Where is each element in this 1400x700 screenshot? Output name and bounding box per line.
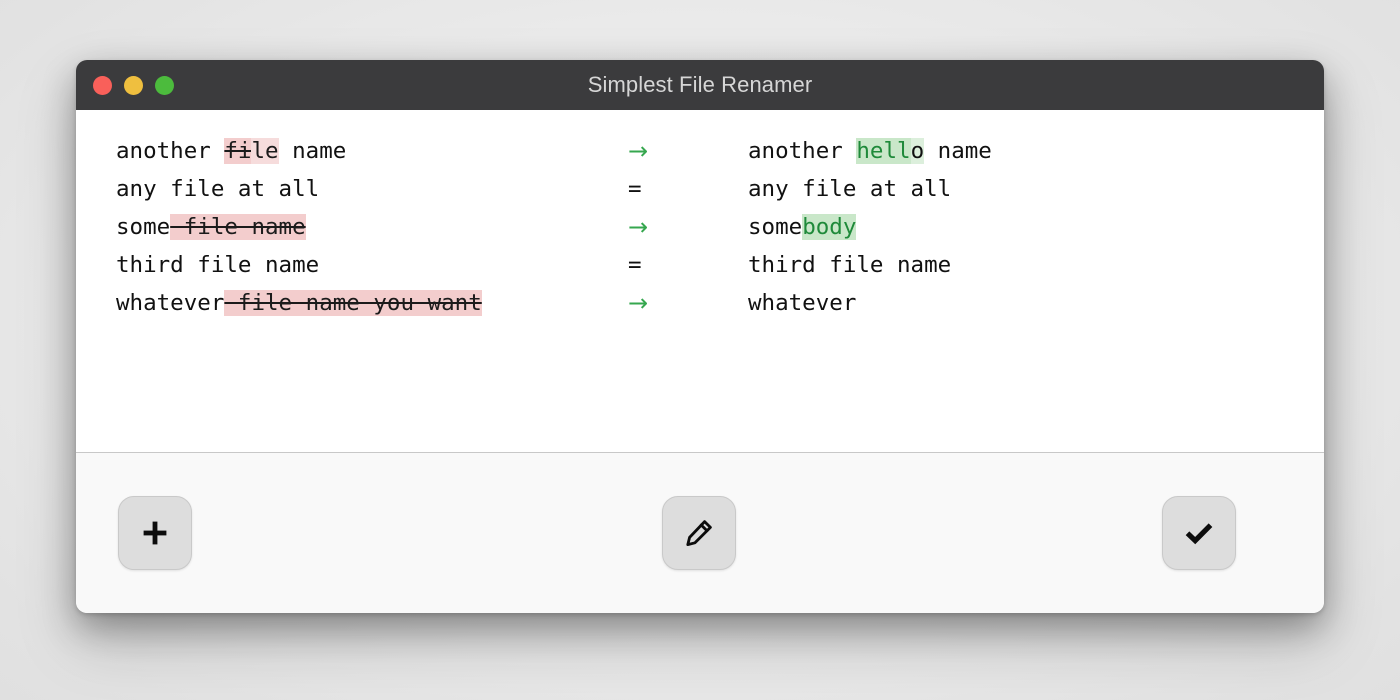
- diff-segment-new-same: some: [748, 214, 803, 240]
- add-files-button[interactable]: [118, 496, 192, 570]
- rename-row[interactable]: third file name = third file name: [76, 252, 1324, 290]
- diff-segment-old-same: whatever: [116, 290, 225, 316]
- checkmark-icon: [1182, 516, 1216, 550]
- diff-segment-new-ins: body: [802, 214, 857, 240]
- edit-rule-button[interactable]: [662, 496, 736, 570]
- arrow-right-icon: →: [628, 137, 649, 165]
- diff-segment-old-same: another: [116, 138, 225, 164]
- new-filename: third file name: [684, 252, 1324, 278]
- original-filename: any file at all: [76, 176, 620, 202]
- change-arrow-icon: →: [620, 290, 684, 316]
- window-titlebar[interactable]: Simplest File Renamer: [76, 60, 1324, 110]
- diff-segment-new-same: another: [748, 138, 857, 164]
- diff-segment-old-del: file name: [170, 214, 306, 240]
- pencil-icon: [682, 516, 716, 550]
- minimize-window-button[interactable]: [124, 75, 143, 95]
- bottom-toolbar: [76, 453, 1324, 613]
- close-window-button[interactable]: [93, 75, 112, 95]
- rename-row[interactable]: any file at all = any file at all: [76, 176, 1324, 214]
- original-filename: third file name: [76, 252, 620, 278]
- original-filename: another file name: [76, 138, 620, 164]
- diff-segment-old-same: any file at all: [116, 176, 320, 202]
- app-window: Simplest File Renamer another file name →…: [76, 60, 1324, 613]
- diff-segment-old-del-plain: le: [251, 138, 279, 164]
- apply-renames-button[interactable]: [1162, 496, 1236, 570]
- original-filename: some file name: [76, 214, 620, 240]
- maximize-window-button[interactable]: [155, 75, 174, 95]
- change-arrow-icon: →: [620, 138, 684, 164]
- plus-icon: [140, 518, 170, 548]
- window-title: Simplest File Renamer: [587, 72, 813, 97]
- equals-icon: =: [628, 252, 642, 278]
- diff-segment-new-same: any file at all: [748, 176, 952, 202]
- new-filename: somebody: [684, 214, 1324, 240]
- equals-icon: =: [628, 176, 642, 202]
- rename-row[interactable]: some file name → somebody: [76, 214, 1324, 252]
- change-arrow-icon: →: [620, 214, 684, 240]
- new-filename: any file at all: [684, 176, 1324, 202]
- traffic-light-group: [93, 60, 174, 110]
- desktop-background: Simplest File Renamer another file name →…: [0, 0, 1400, 700]
- diff-segment-new-ins-plain: o: [910, 138, 925, 164]
- diff-segment-new-ins: hell: [856, 138, 911, 164]
- diff-segment-old-same: name: [278, 138, 347, 164]
- rename-row[interactable]: whatever file name you want → whatever: [76, 290, 1324, 328]
- new-filename: whatever: [684, 290, 1324, 316]
- rename-preview-list[interactable]: another file name → another hello name any …: [76, 110, 1324, 453]
- arrow-right-icon: →: [628, 213, 649, 241]
- new-filename: another hello name: [684, 138, 1324, 164]
- diff-segment-old-same: third file name: [116, 252, 320, 278]
- original-filename: whatever file name you want: [76, 290, 620, 316]
- diff-segment-new-same: name: [924, 138, 992, 164]
- diff-segment-old-del: file name you want: [224, 290, 482, 316]
- diff-segment-new-same: whatever: [748, 290, 857, 316]
- unchanged-equals-icon: =: [620, 252, 684, 278]
- rename-row[interactable]: another file name → another hello name: [76, 138, 1324, 176]
- arrow-right-icon: →: [628, 289, 649, 317]
- diff-segment-old-same: some: [116, 214, 171, 240]
- unchanged-equals-icon: =: [620, 176, 684, 202]
- diff-segment-new-same: third file name: [748, 252, 952, 278]
- diff-segment-old-del: fi: [224, 138, 252, 164]
